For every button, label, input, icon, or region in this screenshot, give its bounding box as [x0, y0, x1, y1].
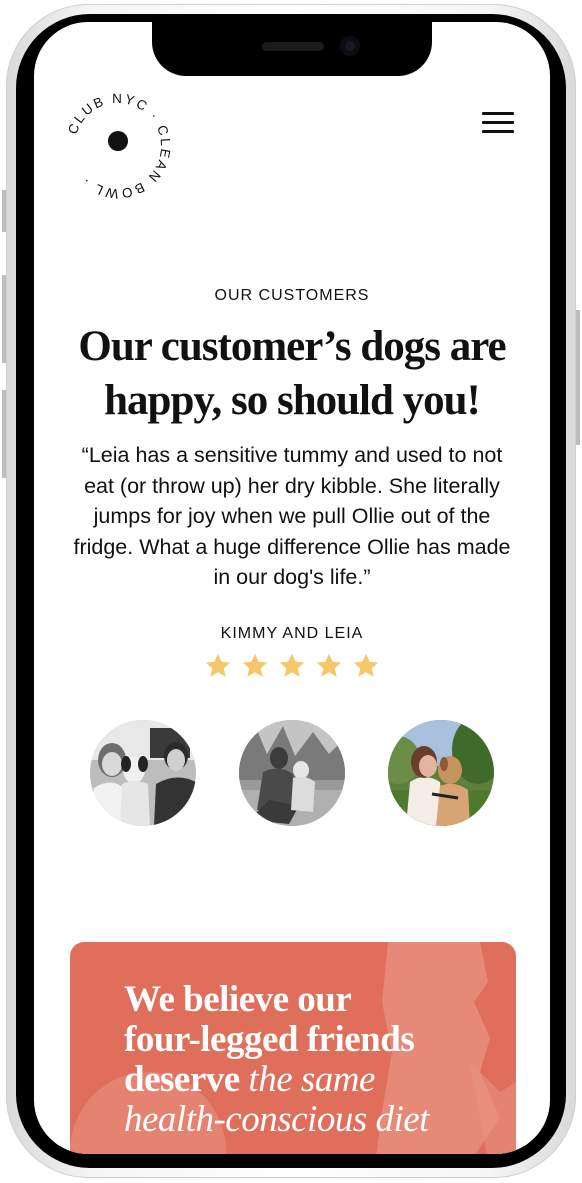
section-eyebrow: OUR CUSTOMERS — [214, 287, 370, 304]
phone-volume-up-button — [2, 275, 6, 363]
phone-volume-down-button — [2, 390, 6, 478]
logo-dot — [108, 131, 128, 151]
banner-line-3-italic: the same — [248, 1059, 375, 1100]
banner-line-4-italic: health-conscious diet — [124, 1099, 429, 1140]
testimonial-author: KIMMY AND LEIA — [220, 625, 364, 642]
phone-speaker — [262, 42, 324, 51]
star-icon — [353, 653, 379, 677]
section-headline: Our customer’s dogs are happy, so should… — [78, 323, 506, 424]
star-icon — [205, 653, 231, 677]
banner-line-1: We believe our — [124, 979, 352, 1020]
customer-photo-person-with-dog-outdoors[interactable] — [239, 720, 345, 826]
testimonial-quote: “Leia has a sensitive tummy and used to … — [73, 443, 511, 589]
hamburger-menu-icon[interactable] — [482, 112, 516, 136]
phone-camera — [340, 36, 360, 56]
star-icon — [279, 653, 305, 677]
phone-side-button — [2, 190, 6, 232]
star-icon — [316, 653, 342, 677]
phone-screen: CLUB NYC · CLEAN BOWL · OUR CUSTOMERS Ou… — [34, 22, 550, 1154]
customer-photo-woman-kissing-dog[interactable] — [388, 720, 494, 826]
banner-line-2: four-legged friends — [124, 1019, 415, 1060]
star-rating — [34, 652, 550, 680]
clean-bowl-club-logo[interactable]: CLUB NYC · CLEAN BOWL · — [58, 86, 178, 206]
customer-photo-couple-with-dog[interactable] — [90, 720, 196, 826]
banner-line-3-bold: deserve — [124, 1059, 249, 1100]
phone-power-button — [576, 310, 580, 445]
mission-banner: We believe our four-legged friends deser… — [70, 942, 516, 1154]
banner-headline: We believe our four-legged friends deser… — [124, 980, 484, 1140]
star-icon — [242, 653, 268, 677]
